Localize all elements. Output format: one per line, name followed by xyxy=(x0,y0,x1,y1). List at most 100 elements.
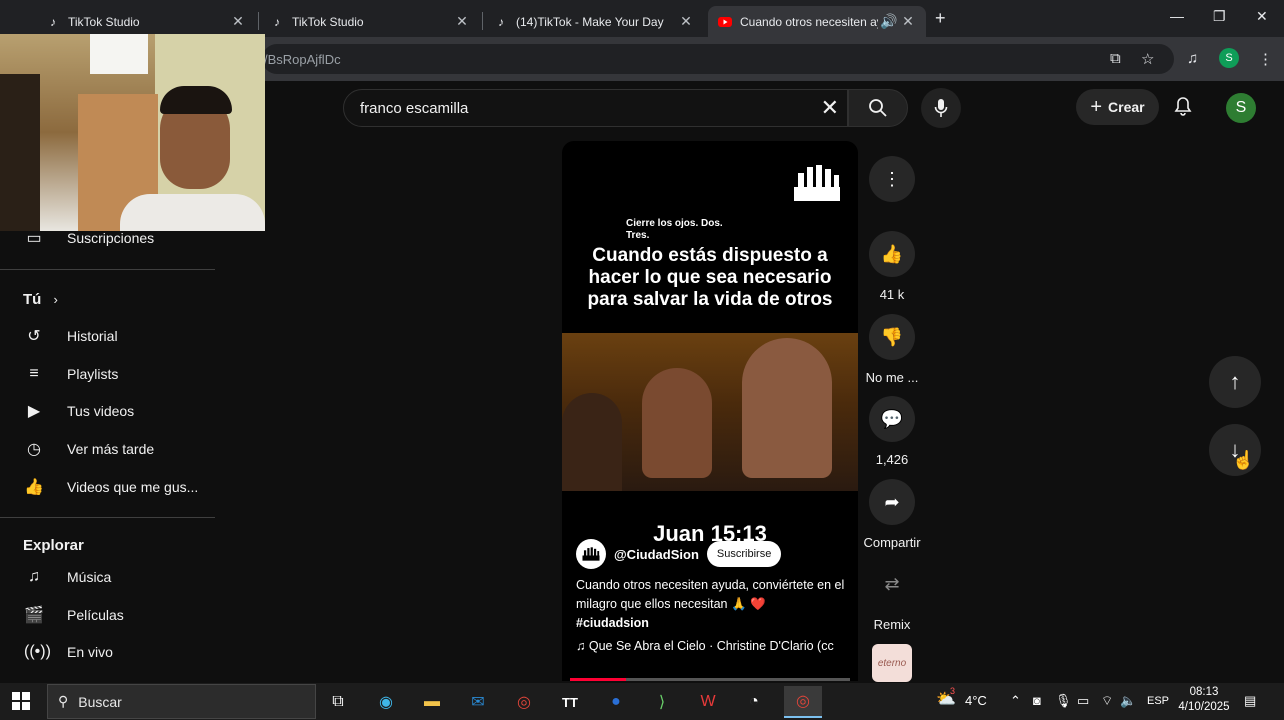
voice-search-button[interactable] xyxy=(921,88,961,128)
sidebar-you-heading[interactable]: Tú › xyxy=(23,291,58,308)
chrome-icon[interactable]: ◎ xyxy=(508,686,540,718)
music-note-icon: ♫ xyxy=(576,639,589,653)
messaging-app-icon[interactable]: ● xyxy=(600,686,632,718)
sidebar-item-watch-later[interactable]: ◷ Ver más tarde xyxy=(0,429,220,469)
watch-later-icon: ◷ xyxy=(27,441,41,458)
new-tab-button[interactable]: + xyxy=(935,8,946,29)
search-button[interactable] xyxy=(848,89,908,127)
taskbar-search[interactable]: ⚲ Buscar xyxy=(47,684,316,719)
webcam-tray-icon[interactable]: ◙ xyxy=(1033,693,1041,708)
channel-name[interactable]: @CiudadSion xyxy=(614,547,699,562)
close-window-icon[interactable]: ✕ xyxy=(1256,8,1268,25)
comment-icon: 💬 xyxy=(869,396,915,442)
wifi-icon[interactable]: ⌔ xyxy=(1101,693,1113,709)
like-count: 41 k xyxy=(879,287,905,302)
sidebar-item-history[interactable]: ↺ Historial xyxy=(0,316,220,356)
chrome-active-icon[interactable]: ◎ xyxy=(784,686,822,718)
short-video-frame xyxy=(562,333,858,491)
tiktok-icon: ♪ xyxy=(498,14,504,29)
browser-menu-icon[interactable]: ⋮ xyxy=(1258,50,1273,68)
scene-figure xyxy=(642,368,712,478)
minimize-icon[interactable]: — xyxy=(1170,8,1184,24)
sidebar-item-liked-videos[interactable]: 👍 Videos que me gus... xyxy=(0,467,220,507)
task-view-icon[interactable]: ⧉ xyxy=(322,686,354,718)
edge-icon[interactable]: ◉ xyxy=(370,686,402,718)
tray-overflow-icon[interactable]: ⌃ xyxy=(1010,693,1021,709)
notifications-tray-icon[interactable]: ▤ xyxy=(1244,693,1256,709)
outlook-icon[interactable]: ✉ xyxy=(462,686,494,718)
tab-tiktok-studio-2[interactable]: ♪ TikTok Studio ✕ xyxy=(260,6,480,37)
comments-button[interactable]: 💬 1,426 xyxy=(869,396,915,467)
search-icon xyxy=(869,99,887,117)
tab-tiktok-make-your-day[interactable]: ♪ (14)TikTok - Make Your Day ✕ xyxy=(484,6,704,37)
close-icon[interactable]: ✕ xyxy=(454,13,470,30)
dislike-label: No me ... xyxy=(865,370,919,385)
sidebar-item-subscriptions[interactable]: ▭ Suscripciones xyxy=(0,218,220,258)
share-button[interactable]: ➦ Compartir xyxy=(863,479,921,550)
tab-tiktok-studio-1[interactable]: ♪ TikTok Studio ✕ xyxy=(36,6,256,37)
sidebar-item-movies[interactable]: 🎬 Películas xyxy=(0,595,220,635)
file-explorer-icon[interactable]: ▬ xyxy=(416,686,448,718)
subscribe-button[interactable]: Suscribirse xyxy=(706,541,782,567)
more-options-button[interactable]: ⋮ xyxy=(869,156,915,202)
channel-row: @CiudadSion Suscribirse xyxy=(576,539,782,569)
clear-search-icon[interactable]: ✕ xyxy=(821,95,839,121)
webcam-person-hair xyxy=(160,86,232,114)
remix-label: Remix xyxy=(873,617,911,632)
weather-temp[interactable]: 4°C xyxy=(965,693,987,708)
dislike-button[interactable]: 👎 No me ... xyxy=(866,314,918,385)
office-app-icon[interactable]: W xyxy=(692,686,724,718)
scene-figure xyxy=(742,338,832,478)
restore-icon[interactable]: ❐ xyxy=(1213,8,1226,25)
sound-thumbnail[interactable]: eterno xyxy=(872,644,912,682)
bookmark-star-icon[interactable]: ☆ xyxy=(1141,50,1154,68)
close-icon[interactable]: ✕ xyxy=(900,13,916,30)
volume-icon[interactable]: 🔈 xyxy=(1120,693,1136,709)
more-vert-icon: ⋮ xyxy=(869,156,915,202)
sidebar-item-music[interactable]: ♫ Música xyxy=(0,557,220,597)
notifications-bell-icon[interactable] xyxy=(1174,96,1192,121)
sidebar-item-label: Videos que me gus... xyxy=(67,479,199,495)
sidebar-item-playlists[interactable]: ≡ Playlists xyxy=(0,354,220,394)
remix-button[interactable]: ⇄ Remix xyxy=(869,561,915,633)
browser-profile-avatar[interactable]: S xyxy=(1219,48,1239,68)
tab-title: TikTok Studio xyxy=(68,14,140,29)
music-row[interactable]: ♫ Que Se Abra el Cielo · Christine D'Cla… xyxy=(576,639,852,653)
weather-badge: 3 xyxy=(950,686,956,696)
speaker-icon[interactable]: 🔊 xyxy=(878,13,900,30)
browser-tab-strip: ♪ TikTok Studio ✕ ♪ TikTok Studio ✕ ♪ (1… xyxy=(0,0,1284,37)
close-icon[interactable]: ✕ xyxy=(678,13,694,30)
terminal-app-icon[interactable]: ⟩ xyxy=(646,686,678,718)
sidebar-item-your-videos[interactable]: ▶ Tus videos xyxy=(0,391,220,431)
sidebar-divider xyxy=(0,269,215,270)
channel-avatar[interactable] xyxy=(576,539,606,569)
media-controls-icon[interactable]: ♫ xyxy=(1187,50,1198,67)
tiktok-app-icon[interactable]: TT xyxy=(554,686,586,718)
search-input[interactable]: franco escamilla ✕ xyxy=(343,89,848,127)
sidebar-item-label: Suscripciones xyxy=(67,230,155,246)
windows-start-icon[interactable] xyxy=(12,692,30,710)
language-indicator[interactable]: ESP xyxy=(1147,695,1169,707)
close-icon[interactable]: ✕ xyxy=(230,13,246,30)
tab-youtube-active[interactable]: Cuando otros necesiten ayu 🔊 ✕ xyxy=(708,6,926,37)
share-icon: ➦ xyxy=(869,479,915,525)
create-button[interactable]: + Crear xyxy=(1076,89,1159,125)
short-video-player[interactable]: Cierre los ojos. Dos. Tres. Cuando estás… xyxy=(562,141,858,681)
omnibox[interactable]: /BsRopAjflDc xyxy=(262,44,1174,74)
hashtag-link[interactable]: #ciudadsion xyxy=(576,616,649,630)
account-avatar[interactable]: S xyxy=(1226,93,1256,123)
you-heading-label: Tú xyxy=(23,291,42,308)
install-app-icon[interactable]: ⧉ xyxy=(1110,50,1121,67)
tiktok-icon: ♪ xyxy=(50,14,56,29)
microphone-tray-icon[interactable]: 🎙 xyxy=(1055,693,1072,709)
subscriptions-icon: ▭ xyxy=(26,230,42,247)
previous-short-button[interactable]: ↑ xyxy=(1209,356,1261,408)
sidebar-item-live[interactable]: ((•)) En vivo xyxy=(0,632,220,672)
network-adapter-icon[interactable]: ▭ xyxy=(1077,693,1089,709)
like-button[interactable]: 👍 41 k xyxy=(869,231,915,302)
clock-app-icon[interactable]: ◔ xyxy=(738,686,770,718)
sidebar-item-label: Tus videos xyxy=(67,403,135,419)
video-progress-bar[interactable] xyxy=(570,678,850,681)
your-videos-icon: ▶ xyxy=(27,403,41,420)
system-clock[interactable]: 08:13 4/10/2025 xyxy=(1176,685,1232,715)
